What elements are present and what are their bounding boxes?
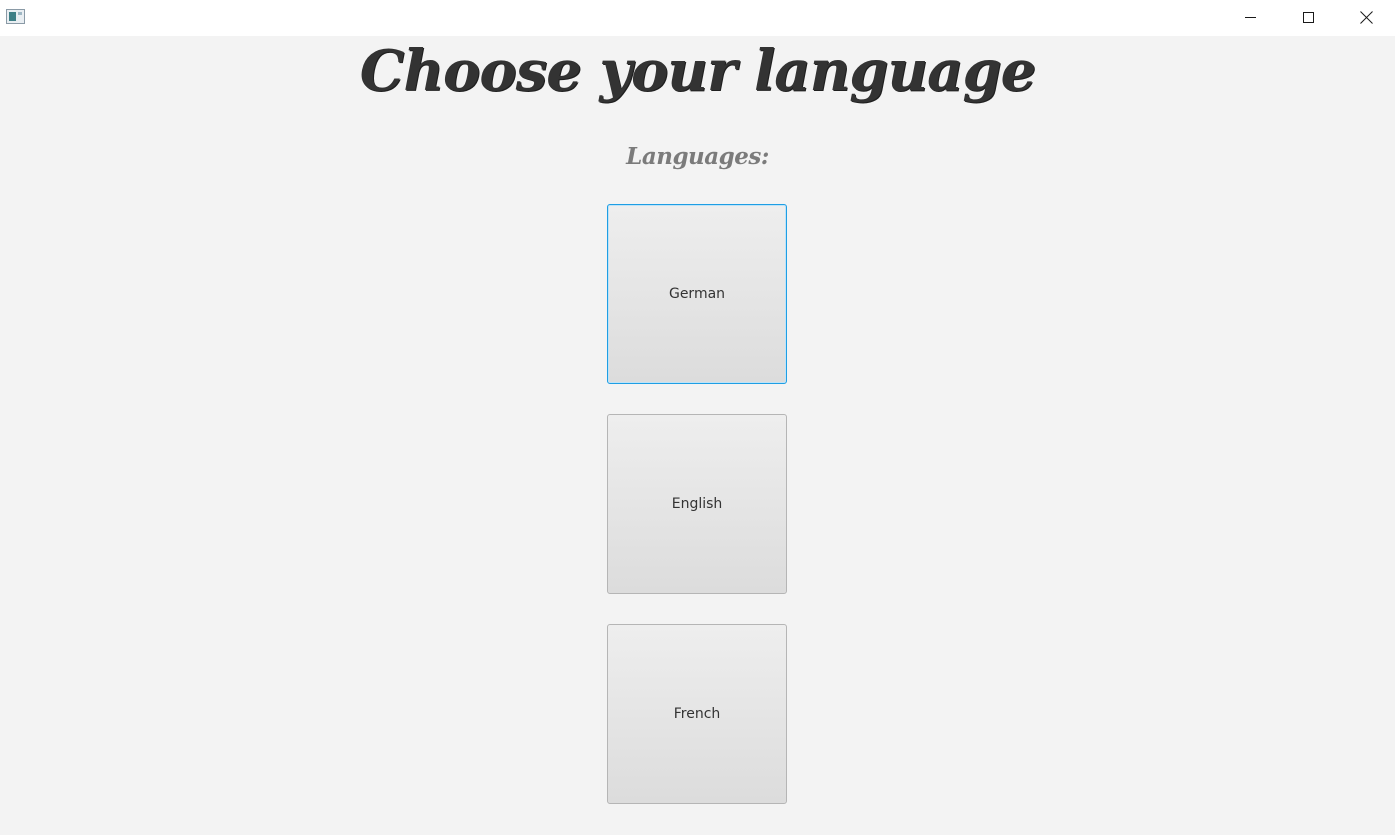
app-window: Choose your language Languages: German E… — [0, 0, 1395, 835]
french-button-label: French — [673, 706, 721, 722]
close-icon — [1360, 11, 1373, 24]
page-title: Choose your language — [359, 38, 1036, 104]
french-button[interactable]: French — [607, 624, 787, 804]
german-button[interactable]: German — [607, 204, 787, 384]
english-button[interactable]: English — [607, 414, 787, 594]
minimize-icon — [1244, 16, 1256, 18]
languages-label: Languages: — [626, 143, 769, 170]
close-button[interactable] — [1337, 0, 1395, 34]
german-button-label: German — [668, 286, 726, 302]
maximize-icon — [1302, 11, 1314, 23]
maximize-button[interactable] — [1279, 0, 1337, 34]
app-icon — [6, 9, 25, 24]
title-bar[interactable] — [0, 0, 1395, 36]
english-button-label: English — [671, 496, 723, 512]
minimize-button[interactable] — [1221, 0, 1279, 34]
